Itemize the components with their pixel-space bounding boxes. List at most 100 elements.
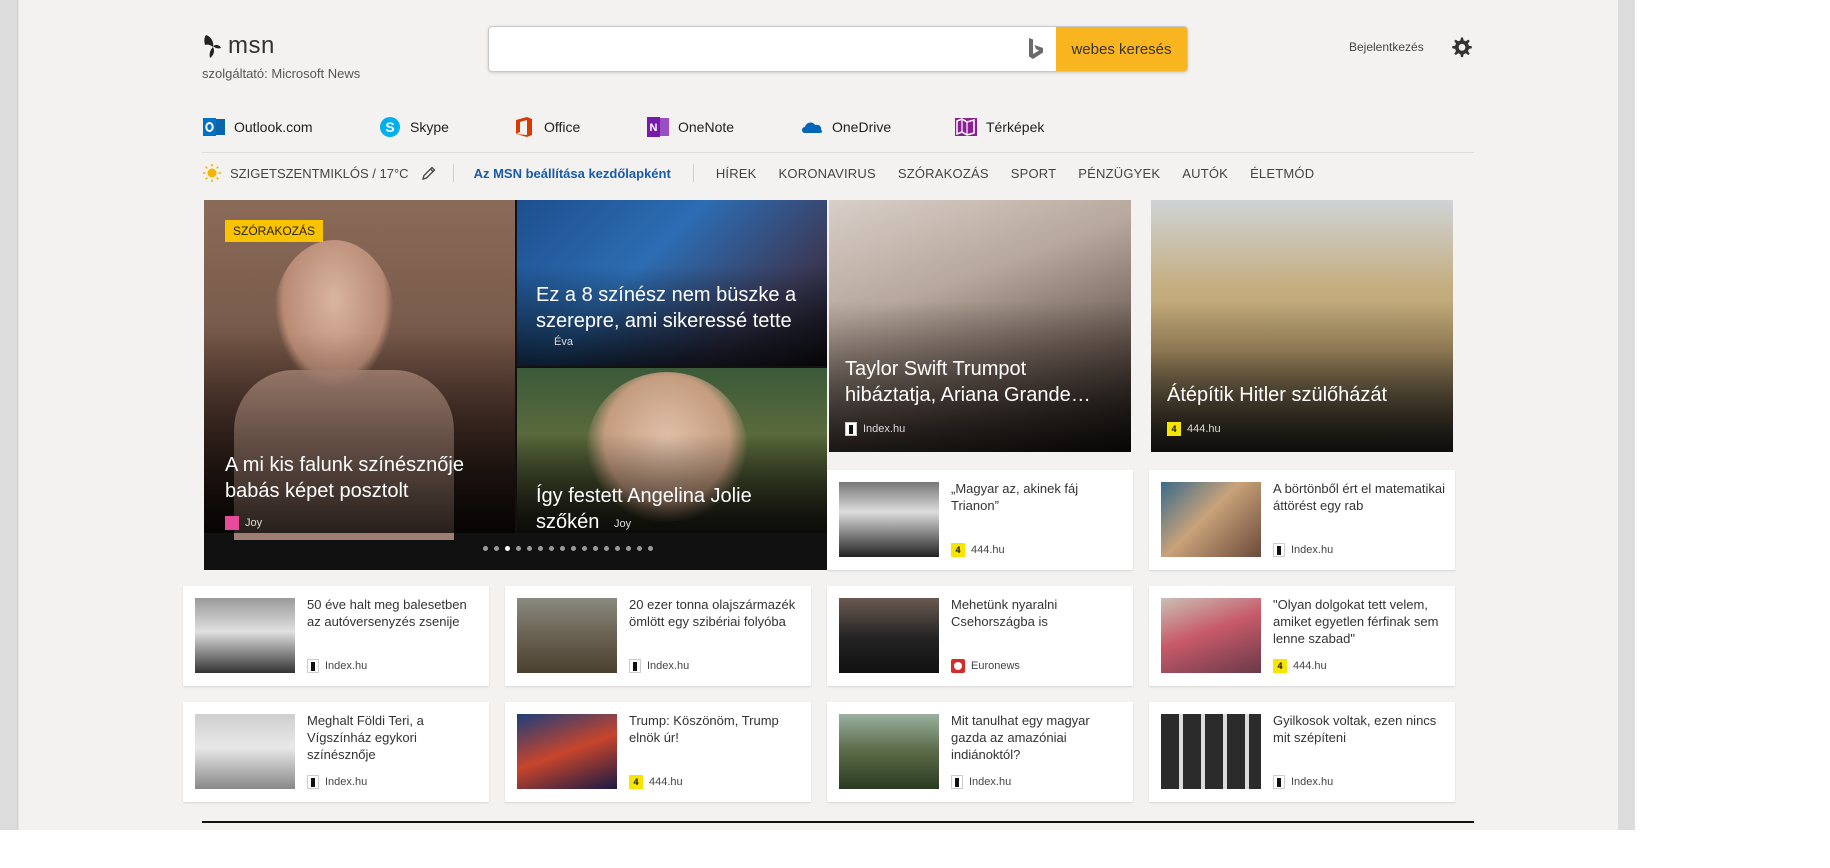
app-label: Outlook.com	[234, 119, 313, 135]
carousel-pagination	[204, 546, 827, 554]
big-card-hitler[interactable]: Átépítik Hitler szülőházát 4 444.hu	[1151, 200, 1453, 452]
card-title: "Olyan dolgokat tett velem, amiket egyet…	[1273, 597, 1439, 646]
carousel-dot[interactable]	[582, 546, 587, 551]
index-logo-icon	[307, 775, 319, 789]
nav-item-hirek[interactable]: HÍREK	[716, 166, 757, 181]
carousel-dot[interactable]	[626, 546, 631, 551]
app-label: Térképek	[986, 119, 1045, 135]
source-label: Joy	[245, 517, 263, 529]
weather-text: SZIGETSZENTMIKLÓS / 17°C	[230, 165, 409, 181]
set-homepage-link[interactable]: Az MSN beállítása kezdőlapként	[474, 166, 671, 181]
hero-main-story[interactable]: SZÓRAKOZÁS A mi kis falunk színésznője b…	[204, 200, 515, 540]
index-logo-icon	[951, 775, 963, 789]
carousel-dot[interactable]	[648, 546, 653, 551]
skype-icon: S	[380, 117, 400, 137]
hero-main-title: A mi kis falunk színésznője babás képet …	[225, 454, 464, 502]
app-link-outlook[interactable]: Outlook.com	[202, 115, 378, 139]
card-source: Euronews	[951, 659, 1020, 673]
source-label: 444.hu	[1187, 423, 1221, 435]
444-logo-icon: 4	[629, 775, 643, 789]
news-card[interactable]: A börtönből ért el matematikai áttörést …	[1149, 470, 1455, 570]
hero-top-story[interactable]: Ez a 8 színész nem büszke a szerepre, am…	[517, 200, 827, 366]
search-input[interactable]	[489, 27, 1016, 71]
carousel-dot[interactable]	[494, 546, 499, 551]
hero-bottom-source: Joy	[614, 518, 631, 530]
carousel-dot[interactable]	[615, 546, 620, 551]
news-card[interactable]: 20 ezer tonna olajszármazék ömlött egy s…	[505, 586, 811, 686]
card-thumbnail	[195, 714, 295, 789]
news-card[interactable]: „Magyar az, akinek fáj Trianon” 4 444.hu	[827, 470, 1133, 570]
news-card[interactable]: Gyilkosok voltak, ezen nincs mit szépíte…	[1149, 702, 1455, 802]
card-source: Index.hu	[951, 775, 1011, 789]
444-logo-icon: 4	[951, 543, 965, 557]
app-link-onenote[interactable]: N OneNote	[646, 115, 800, 139]
carousel-dot[interactable]	[637, 546, 642, 551]
card-thumbnail	[517, 714, 617, 789]
signin-link[interactable]: Bejelentkezés	[1349, 40, 1424, 54]
msn-butterfly-icon	[204, 35, 221, 58]
app-link-office[interactable]: Office	[512, 115, 646, 139]
nav-item-sport[interactable]: SPORT	[1011, 166, 1057, 181]
card-title: Mehetünk nyaralni Csehországba is	[951, 597, 1058, 629]
hero-main-source: Joy	[225, 516, 262, 530]
nav-item-koronavirus[interactable]: KORONAVIRUS	[779, 166, 876, 181]
card-thumbnail	[1161, 714, 1261, 789]
section-divider	[202, 821, 1474, 823]
carousel-dot[interactable]	[604, 546, 609, 551]
nav-separator	[692, 164, 694, 182]
msn-content: msn szolgáltató: Microsoft News webes ke…	[19, 0, 1618, 830]
app-link-maps[interactable]: Térképek	[954, 115, 1084, 139]
hero-bottom-story[interactable]: Így festett Angelina Jolie szőkén Joy	[517, 368, 827, 533]
source-label: Index.hu	[969, 776, 1012, 788]
maps-icon	[955, 118, 977, 136]
carousel-dot[interactable]	[549, 546, 554, 551]
weather-widget[interactable]: SZIGETSZENTMIKLÓS / 17°C	[202, 163, 437, 183]
nav-item-penzugyek[interactable]: PÉNZÜGYEK	[1078, 166, 1160, 181]
carousel-dot[interactable]	[516, 546, 521, 551]
big-card-title: Taylor Swift Trumpot hibáztatja, Ariana …	[845, 358, 1091, 406]
carousel-dot[interactable]	[571, 546, 576, 551]
carousel-dot[interactable]	[527, 546, 532, 551]
carousel-dot[interactable]	[483, 546, 488, 551]
nav-item-autok[interactable]: AUTÓK	[1182, 166, 1228, 181]
web-search-button[interactable]: webes keresés	[1056, 27, 1187, 71]
card-thumbnail	[517, 598, 617, 673]
app-links: Outlook.com S Skype Office N OneNote One…	[202, 115, 1084, 139]
app-link-onedrive[interactable]: OneDrive	[800, 115, 954, 139]
source-label: 444.hu	[649, 776, 683, 788]
news-card[interactable]: 50 éve halt meg balesetben az autóversen…	[183, 586, 489, 686]
card-thumbnail	[195, 598, 295, 673]
app-label: OneDrive	[832, 119, 892, 135]
news-card[interactable]: Meghalt Földi Teri, a Vígszínház egykori…	[183, 702, 489, 802]
hero-bottom-title: Így festett Angelina Jolie szőkén	[536, 485, 752, 533]
card-title: 20 ezer tonna olajszármazék ömlött egy s…	[629, 597, 796, 629]
news-card[interactable]: Mit tanulhat egy magyar gazda az amazóni…	[827, 702, 1133, 802]
big-card-taylor[interactable]: Taylor Swift Trumpot hibáztatja, Ariana …	[829, 200, 1131, 452]
hero-top-source: Éva	[554, 336, 573, 348]
news-card[interactable]: Trump: Köszönöm, Trump elnök úr! 4 444.hu	[505, 702, 811, 802]
card-source: 4 444.hu	[951, 543, 1005, 557]
source-label: Index.hu	[863, 423, 906, 435]
nav-item-eletmod[interactable]: ÉLETMÓD	[1250, 166, 1314, 181]
news-card[interactable]: "Olyan dolgokat tett velem, amiket egyet…	[1149, 586, 1455, 686]
sun-icon	[203, 164, 221, 182]
card-source: Index.hu	[307, 659, 367, 673]
index-logo-icon	[307, 659, 319, 673]
news-card[interactable]: Mehetünk nyaralni Csehországba is Euronew…	[827, 586, 1133, 686]
logo-subtitle: szolgáltató: Microsoft News	[202, 66, 361, 81]
pencil-icon[interactable]	[421, 165, 437, 181]
big-card-title: Átépítik Hitler szülőházát	[1167, 384, 1388, 406]
carousel-dot[interactable]	[560, 546, 565, 551]
left-margin	[0, 0, 18, 830]
app-link-skype[interactable]: S Skype	[378, 115, 512, 139]
card-title: A börtönből ért el matematikai áttörést …	[1273, 481, 1445, 513]
nav-item-szorakozas[interactable]: SZÓRAKOZÁS	[898, 166, 989, 181]
carousel-dot[interactable]	[538, 546, 543, 551]
onedrive-icon	[802, 122, 823, 133]
carousel-dot[interactable]	[505, 546, 510, 551]
card-title: „Magyar az, akinek fáj Trianon”	[951, 481, 1079, 513]
carousel-dot[interactable]	[593, 546, 598, 551]
gear-icon[interactable]	[1450, 35, 1474, 59]
msn-logo[interactable]: msn	[202, 32, 275, 60]
444-logo-icon: 4	[1273, 659, 1287, 673]
